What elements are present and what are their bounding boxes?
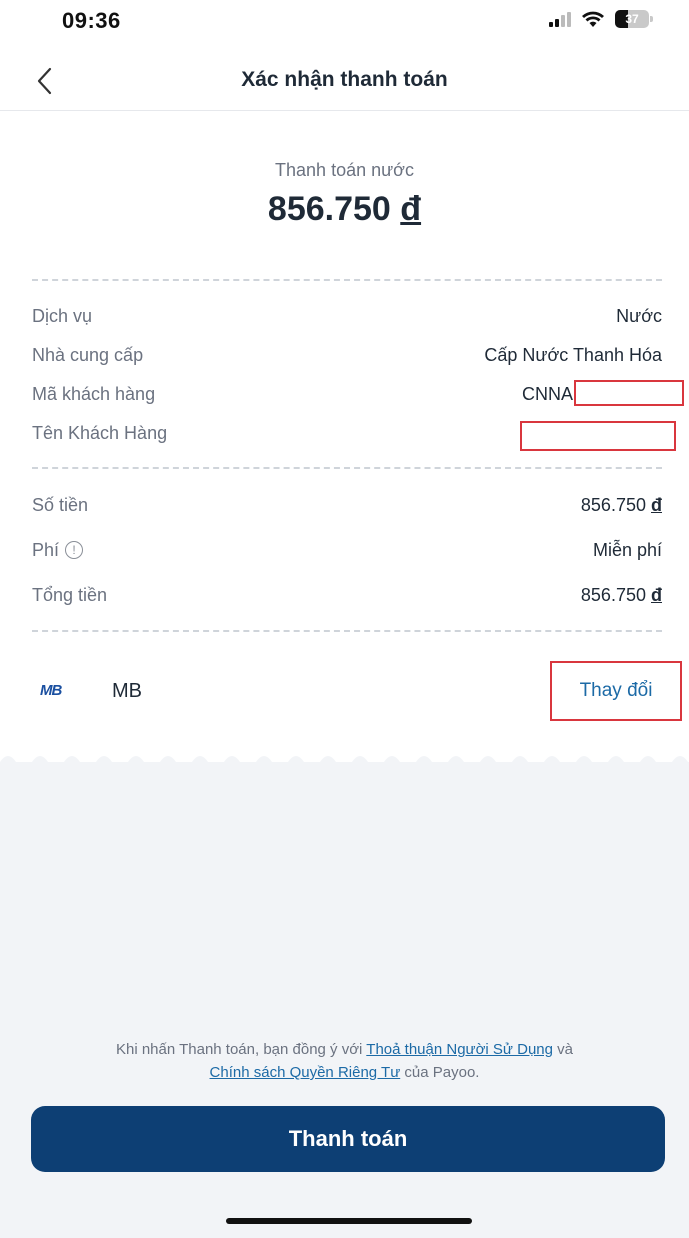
amount-value: Miễn phí <box>592 539 662 560</box>
amount-label: Phí <box>32 539 60 560</box>
home-indicator <box>226 1218 472 1224</box>
detail-value: Nước <box>616 305 662 326</box>
amount-label: Số tiền <box>32 494 89 515</box>
detail-label: Dịch vụ <box>32 305 93 326</box>
divider <box>32 467 662 469</box>
redaction-box <box>520 421 676 451</box>
amount-row-total: Tổng tiền 856.750 đ <box>32 580 662 610</box>
pay-button[interactable]: Thanh toán <box>31 1106 665 1172</box>
amount-row-subtotal: Số tiền 856.750 đ <box>32 490 662 520</box>
info-icon[interactable]: ! <box>65 541 84 559</box>
battery-icon: 37 <box>615 10 653 28</box>
terms-suffix: của Payoo. <box>400 1064 480 1081</box>
privacy-policy-link[interactable]: Chính sách Quyền Riêng Tư <box>210 1064 401 1081</box>
change-source-link[interactable]: Thay đổi <box>580 680 653 702</box>
status-bar: 09:36 37 <box>0 0 689 44</box>
detail-row-customer-code: Mã khách hàng CNNA <box>32 379 573 409</box>
status-time: 09:36 <box>62 8 121 33</box>
currency-symbol: đ <box>400 190 422 228</box>
detail-label: Mã khách hàng <box>32 383 156 404</box>
user-agreement-link[interactable]: Thoả thuận Người Sử Dụng <box>366 1041 553 1058</box>
nav-header: Xác nhận thanh toán <box>0 50 689 111</box>
amount-number: 856.750 <box>580 584 646 605</box>
mb-bank-logo: MB <box>40 682 62 699</box>
currency-symbol: đ <box>651 494 662 515</box>
amount-number: 856.750 <box>580 494 646 515</box>
amount-value: 856.750 đ <box>581 495 662 516</box>
detail-value: CNNA <box>521 383 573 404</box>
payment-type-label: Thanh toán nước <box>275 160 414 180</box>
wifi-icon <box>582 11 604 27</box>
redaction-box <box>574 380 684 406</box>
battery-level: 37 <box>625 12 639 26</box>
page-title: Xác nhận thanh toán <box>241 68 448 91</box>
status-icons: 37 <box>549 10 653 28</box>
amount-number: 856.750 <box>267 190 391 228</box>
divider <box>32 279 662 281</box>
bank-name: MB <box>112 680 142 702</box>
amount-label: Tổng tiền <box>32 584 108 605</box>
fee-label-group: Phí ! <box>32 539 84 561</box>
amount-value: 856.750 đ <box>581 585 662 606</box>
terms-middle: và <box>552 1041 573 1058</box>
amount-row-fee: Phí ! Miễn phí <box>32 535 662 565</box>
currency-symbol: đ <box>651 584 662 605</box>
scalloped-edge <box>0 756 689 776</box>
signal-icon <box>549 11 571 27</box>
detail-value: Cấp Nước Thanh Hóa <box>484 344 662 365</box>
terms-text: Khi nhấn Thanh toán, bạn đồng ý với Thoả… <box>20 1038 669 1084</box>
detail-row-provider: Nhà cung cấp Cấp Nước Thanh Hóa <box>32 340 662 370</box>
terms-prefix: Khi nhấn Thanh toán, bạn đồng ý với <box>115 1041 367 1058</box>
detail-label: Nhà cung cấp <box>32 344 144 365</box>
change-highlight-box: Thay đổi <box>550 661 682 721</box>
detail-label: Tên Khách Hàng <box>32 422 168 443</box>
payment-amount: 856.750 đ <box>0 190 689 229</box>
detail-row-service: Dịch vụ Nước <box>32 301 662 331</box>
divider <box>32 630 662 632</box>
